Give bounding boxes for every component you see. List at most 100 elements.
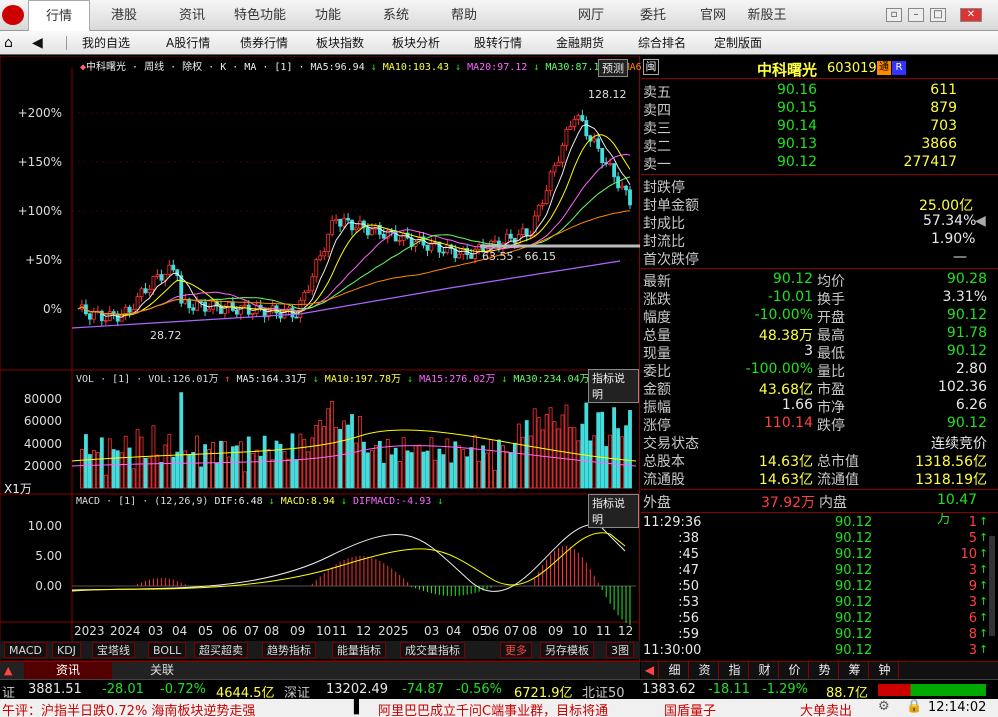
lock-icon[interactable]: 🔒 [906, 699, 922, 714]
seal-ratio-row: 封成比 57.34% ◀ [643, 213, 986, 232]
collapse-up-icon[interactable]: ▲ [4, 664, 12, 677]
menu-online-hall[interactable]: 网厅 [566, 0, 616, 31]
nav-neeq[interactable]: 股转行情 [474, 31, 522, 55]
low-annotation: 28.72 [150, 329, 182, 342]
x-axis-label: 2023 [74, 624, 105, 638]
kline-y-label: +100% [18, 204, 62, 218]
macd-indicator-explain-button[interactable]: 指标说明 [588, 494, 639, 528]
maximize-icon[interactable]: □ [930, 8, 946, 22]
nav-sector-analysis[interactable]: 板块分析 [392, 31, 440, 55]
menu-system[interactable]: 系统 [368, 0, 424, 31]
func-tab-0[interactable]: 细 [661, 662, 689, 679]
nav-a-share[interactable]: A股行情 [166, 31, 210, 55]
tick-volume: 5 [968, 531, 977, 546]
bottom-subtabs: ▲ 资讯 关联 [0, 661, 640, 679]
tick-volume: 9 [968, 579, 977, 594]
menu-news[interactable]: 资讯 [164, 0, 220, 31]
tab-volume[interactable]: 成交量指标 [400, 642, 465, 658]
quote-stat-row: 涨跌 -10.01 换手 3.31% [641, 289, 991, 308]
tick-row[interactable]: 11:30:00 90.12 3 ↑ [641, 643, 991, 661]
tab-trend[interactable]: 趋势指标 [262, 642, 316, 658]
nav-ranking[interactable]: 综合排名 [638, 31, 686, 55]
ask-row[interactable]: 卖五 90.16 611 [641, 82, 991, 101]
minimize-icon[interactable]: – [908, 8, 924, 22]
volume-bar [600, 411, 605, 489]
tick-time: 11:29:36 [643, 515, 702, 530]
tab-news[interactable]: 资讯 [24, 662, 112, 679]
panel-left-arrow-icon[interactable]: ◀ [641, 662, 659, 679]
stat-value: -100.00% [745, 361, 813, 377]
volume-bar [143, 457, 148, 489]
forecast-button[interactable]: 预测 [598, 59, 628, 77]
stat-value: 90.12 [772, 271, 813, 287]
ask-row[interactable]: 卖三 90.14 703 [641, 118, 991, 137]
menu-functions[interactable]: 功能 [300, 0, 356, 31]
candle-body [552, 165, 557, 173]
tab-kdj[interactable]: KDJ [52, 642, 81, 658]
tab-tower[interactable]: 宝塔线 [92, 642, 135, 658]
volume-bar [397, 461, 402, 489]
tab-energy[interactable]: 能量指标 [332, 642, 386, 658]
menu-quotes[interactable]: 行情 [28, 0, 90, 31]
stat-value: 110.14 [764, 415, 813, 431]
restore-small-icon[interactable]: ▫ [886, 8, 902, 22]
candle-body [127, 306, 132, 313]
func-tab-7[interactable]: 钟 [871, 662, 899, 679]
ask-row[interactable]: 卖一 90.12 277417 [641, 154, 991, 173]
menu-official-site[interactable]: 官网 [688, 0, 738, 31]
nav-sector-index[interactable]: 板块指数 [316, 31, 364, 55]
menu-hk-stocks[interactable]: 港股 [96, 0, 152, 31]
func-tab-2[interactable]: 指 [721, 662, 749, 679]
home-icon[interactable]: ⌂ [4, 31, 13, 55]
ask-label: 卖二 [643, 139, 671, 155]
kline-chart-area[interactable]: +200% +150% +100% +50% 0% 80000 60000 40000 2000… [0, 56, 642, 661]
tick-direction-icon: ↑ [979, 595, 989, 608]
save-template-button[interactable]: 另存模板 [540, 642, 594, 658]
nav-custom-layout[interactable]: 定制版面 [714, 31, 762, 55]
ask-row[interactable]: 卖二 90.13 3866 [641, 136, 991, 155]
tab-related[interactable]: 关联 [150, 662, 174, 679]
func-tab-3[interactable]: 财 [751, 662, 779, 679]
ma10-value: MA10:103.43 [382, 62, 450, 73]
news-headline-1[interactable]: 午评：沪指半日跌0.72% 海南板块逆势走强 [2, 700, 255, 717]
stat-label-2: 开盘 [817, 310, 845, 326]
candle-body [608, 163, 613, 165]
close-icon[interactable]: ✕ [960, 8, 982, 22]
tab-boll[interactable]: BOLL [148, 642, 187, 658]
tick-scrollbar[interactable] [989, 536, 995, 636]
menu-features[interactable]: 特色功能 [226, 0, 294, 31]
region-badge: 闽 [643, 59, 659, 75]
menu-trade[interactable]: 委托 [628, 0, 678, 31]
candle-body [330, 220, 335, 235]
menu-help[interactable]: 帮助 [436, 0, 492, 31]
stat-label: 交易状态 [643, 436, 699, 452]
ask-label: 卖四 [643, 103, 671, 119]
tab-macd[interactable]: MACD [4, 642, 47, 658]
func-tab-6[interactable]: 筹 [841, 662, 869, 679]
tab-overbought[interactable]: 超买超卖 [194, 642, 248, 658]
tab-more[interactable]: 更多 [500, 642, 532, 658]
nav-my-watchlist[interactable]: 我的自选 [82, 31, 130, 55]
candle-body [326, 233, 331, 253]
ask-row[interactable]: 卖四 90.15 879 [641, 100, 991, 119]
nav-bonds[interactable]: 债券行情 [240, 31, 288, 55]
three-chart-button[interactable]: 3图 [606, 642, 634, 658]
arrow-left-icon[interactable]: ◀ [975, 213, 986, 229]
func-tab-1[interactable]: 资 [691, 662, 719, 679]
tools-icon[interactable]: ⚙ [878, 699, 890, 714]
back-icon[interactable]: ◀ [32, 31, 43, 55]
vol-indicator-explain-button[interactable]: 指标说明 [588, 369, 639, 403]
news-headline-2[interactable]: 阿里巴巴成立千问C端事业群，目标将通 [378, 700, 608, 717]
news-big-sell[interactable]: 大单卖出 [800, 700, 852, 717]
market-breadth-bar [878, 684, 986, 696]
nav-futures[interactable]: 金融期货 [556, 31, 604, 55]
candle-body [358, 220, 362, 229]
volume-bar [286, 458, 291, 489]
func-tab-5[interactable]: 势 [811, 662, 839, 679]
func-tab-4[interactable]: 价 [781, 662, 809, 679]
tick-price: 90.12 [835, 515, 873, 530]
news-stock[interactable]: 国盾量子 [664, 700, 716, 717]
volume-bar [516, 423, 521, 489]
volume-bar [552, 421, 557, 489]
menu-ipo-king[interactable]: 新股王 [742, 0, 792, 31]
